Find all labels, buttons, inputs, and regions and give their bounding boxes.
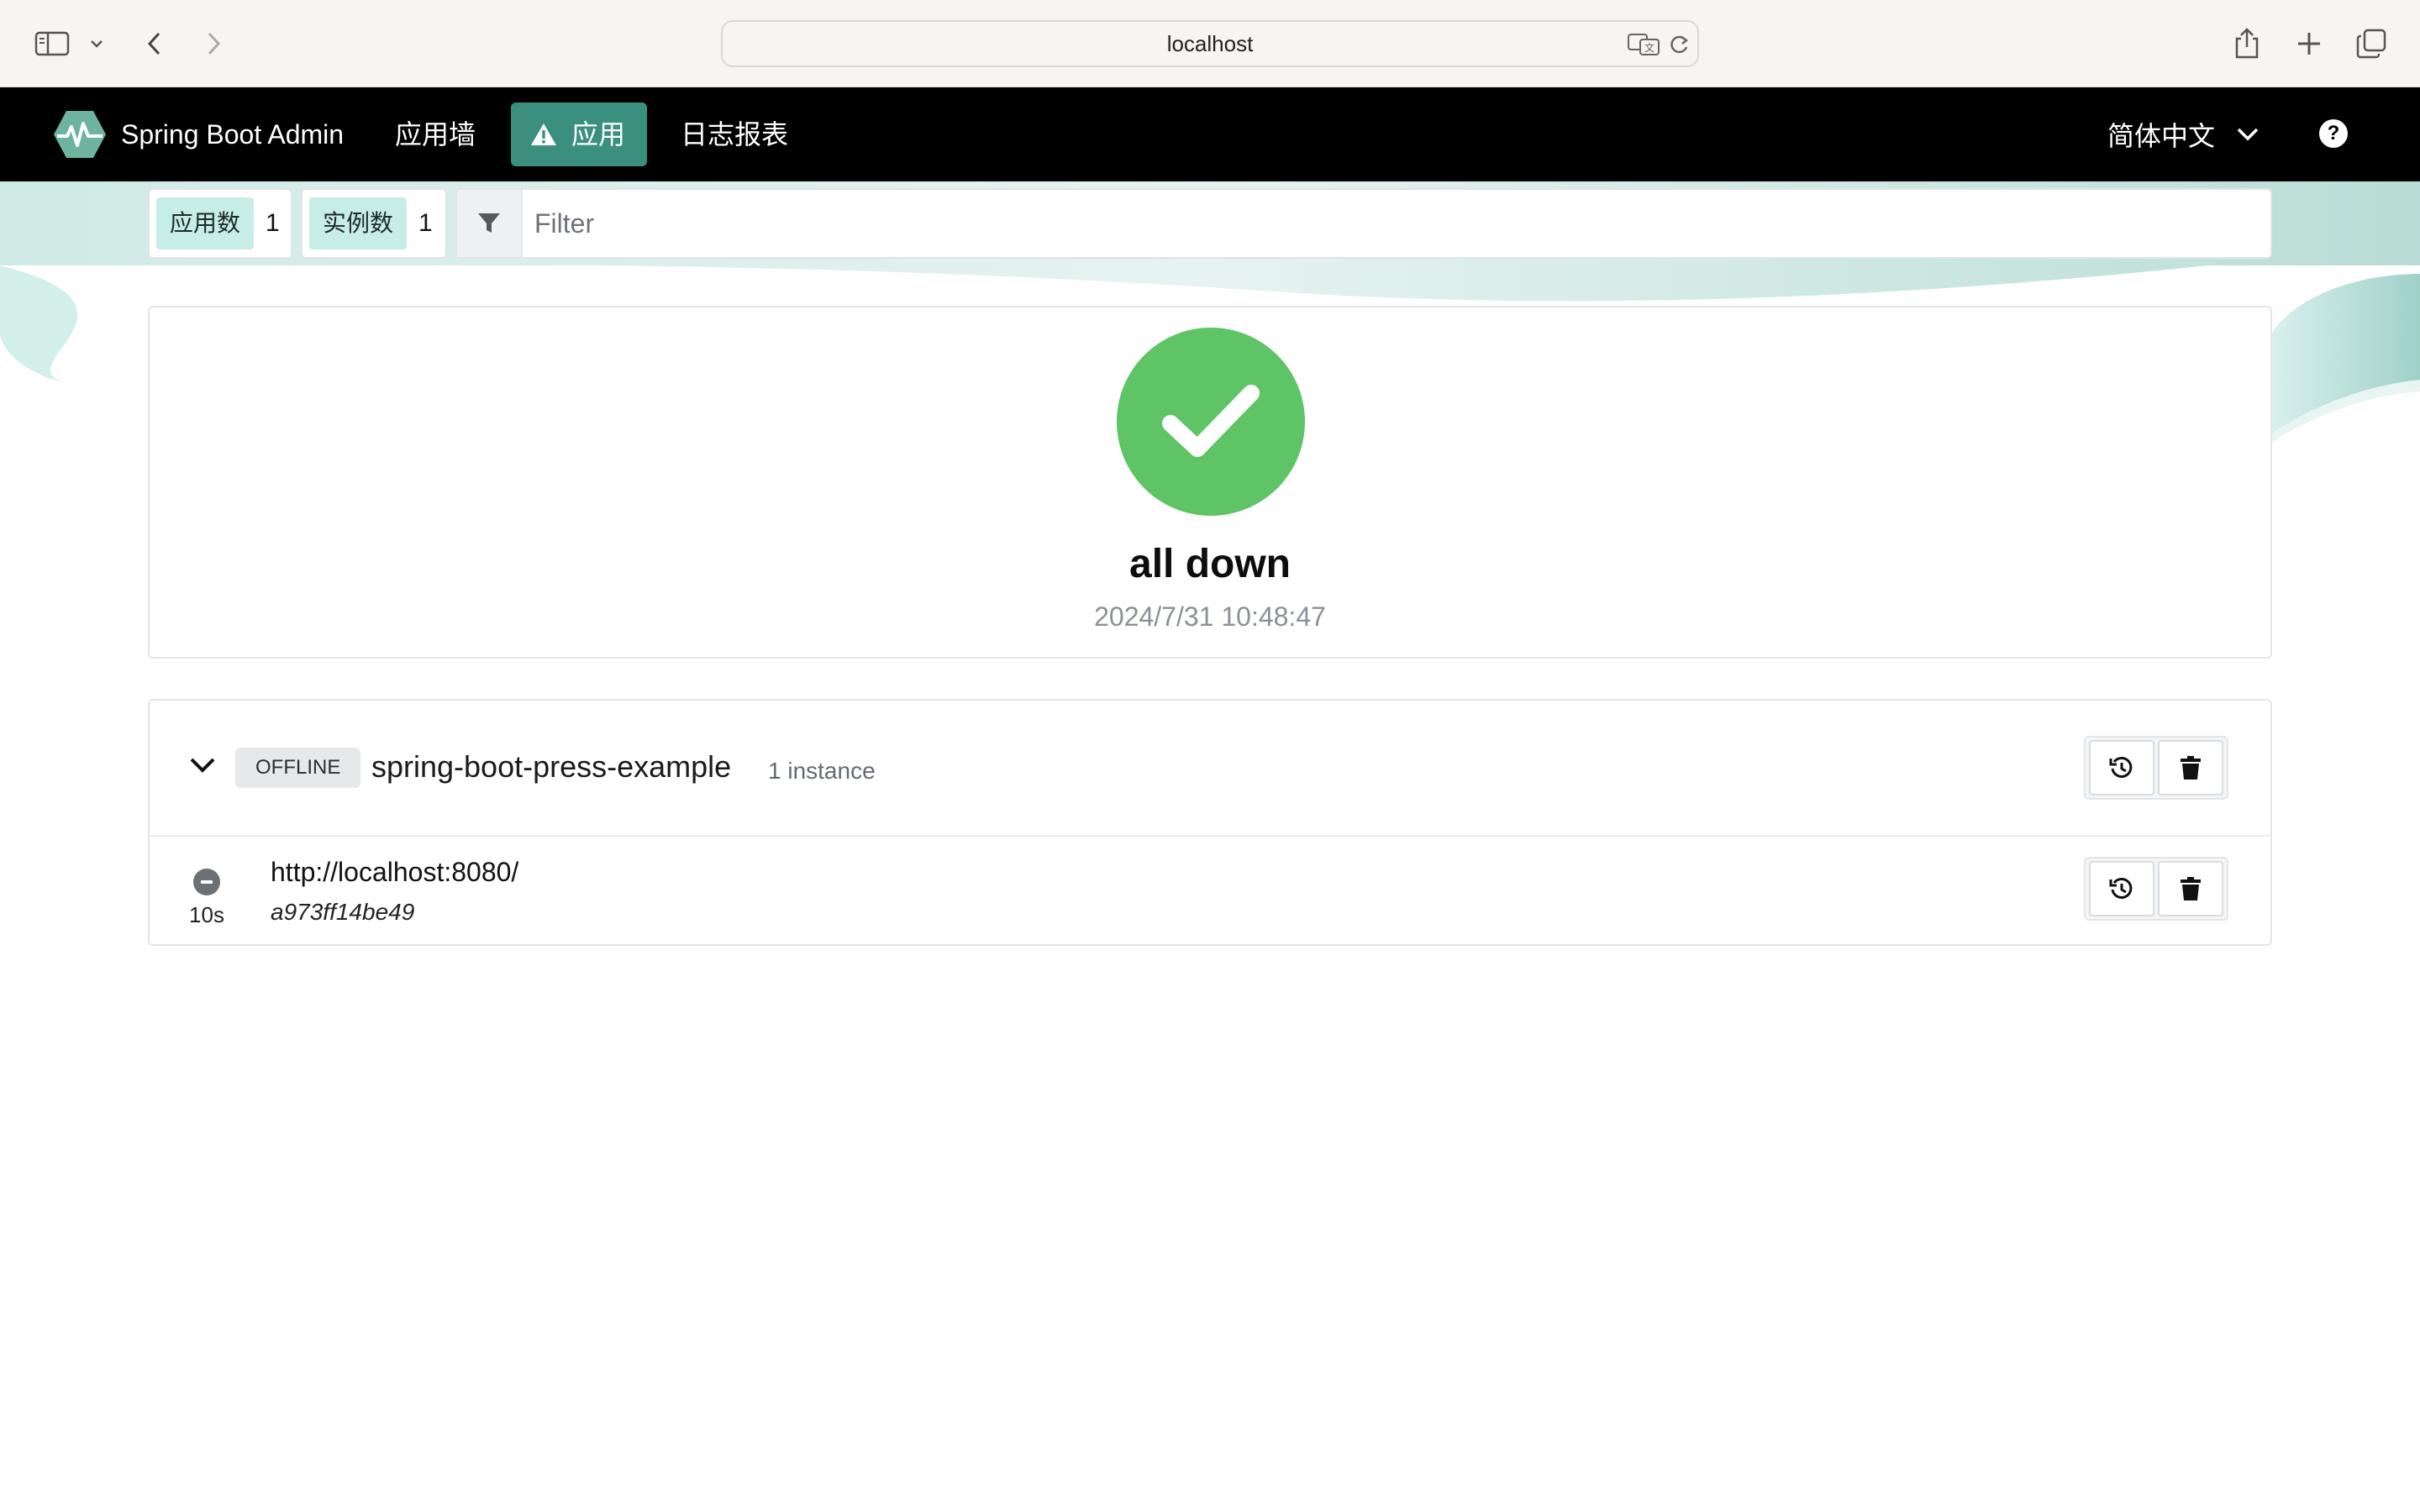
back-icon[interactable]: [138, 18, 171, 69]
nav-item-applications-label: 应用: [571, 119, 626, 150]
app-navbar: Spring Boot Admin 应用墙 应用 日志报表 简体中文 ?: [0, 87, 2420, 181]
nav-item-applications[interactable]: 应用: [511, 102, 648, 166]
svg-text:文: 文: [1644, 41, 1655, 54]
instance-since: 10s: [189, 902, 224, 927]
instance-actions: [2084, 857, 2228, 921]
status-summary-card: all down 2024/7/31 10:48:47: [148, 306, 2272, 659]
chevron-down-icon[interactable]: [84, 18, 109, 69]
filter-icon: [457, 190, 523, 257]
instance-count-box: 实例数 1: [301, 188, 447, 259]
reload-icon[interactable]: [1667, 32, 1691, 61]
new-tab-icon[interactable]: [2291, 18, 2328, 69]
address-bar[interactable]: localhost 文: [721, 20, 1699, 67]
forward-icon[interactable]: [197, 18, 230, 69]
application-list: OFFLINE spring-boot-press-example 1 inst…: [148, 699, 2272, 946]
application-name: spring-boot-press-example: [371, 749, 732, 784]
trash-icon: [2181, 756, 2201, 780]
application-count-box: 应用数 1: [148, 188, 292, 259]
instance-id: a973ff14be49: [271, 899, 415, 925]
status-timestamp: 2024/7/31 10:48:47: [1094, 601, 1326, 632]
sidebar-toggle-icon[interactable]: [32, 18, 72, 69]
history-icon: [2109, 877, 2133, 899]
check-icon: [1117, 328, 1305, 516]
instance-row[interactable]: 10s http://localhost:8080/ a973ff14be49: [150, 837, 2270, 946]
application-actions: [2084, 736, 2228, 800]
filter-input[interactable]: [534, 190, 2249, 257]
status-badge: OFFLINE: [235, 748, 361, 788]
translate-icon[interactable]: 文: [1627, 32, 1660, 61]
application-count-label: 应用数: [156, 197, 255, 249]
instance-url[interactable]: http://localhost:8080/: [271, 857, 518, 888]
history-icon: [2109, 756, 2133, 778]
status-title: all down: [1129, 542, 1291, 586]
warning-icon: [531, 123, 556, 145]
address-url: localhost: [1166, 31, 1254, 56]
unregister-button[interactable]: [2158, 740, 2223, 795]
instance-count-label: 实例数: [309, 197, 408, 249]
brand-link[interactable]: Spring Boot Admin: [52, 108, 344, 161]
chevron-down-icon[interactable]: [188, 756, 217, 774]
tab-overview-icon[interactable]: [2353, 18, 2390, 69]
trash-icon: [2181, 877, 2201, 900]
spring-boot-admin-logo-icon: [54, 111, 106, 158]
browser-toolbar: localhost 文: [0, 0, 2420, 87]
application-count-value: 1: [266, 209, 280, 237]
nav-item-wallboard[interactable]: 应用墙: [395, 102, 476, 166]
share-icon[interactable]: [2228, 18, 2265, 69]
application-row[interactable]: OFFLINE spring-boot-press-example 1 inst…: [150, 701, 2270, 837]
history-button[interactable]: [2089, 740, 2154, 795]
history-button[interactable]: [2089, 861, 2154, 916]
language-selector[interactable]: 简体中文: [2107, 102, 2260, 166]
chevron-down-icon: [2237, 128, 2259, 141]
brand-name: Spring Boot Admin: [121, 118, 345, 150]
instance-count-text: 1 instance: [768, 758, 876, 784]
filter-box: [455, 188, 2272, 259]
nav-item-journal[interactable]: 日志报表: [681, 102, 788, 166]
instance-count-value: 1: [418, 209, 433, 237]
unregister-button[interactable]: [2158, 861, 2223, 916]
language-label: 简体中文: [2107, 121, 2216, 151]
help-icon[interactable]: ?: [2319, 119, 2348, 148]
minus-circle-icon: [193, 869, 220, 895]
